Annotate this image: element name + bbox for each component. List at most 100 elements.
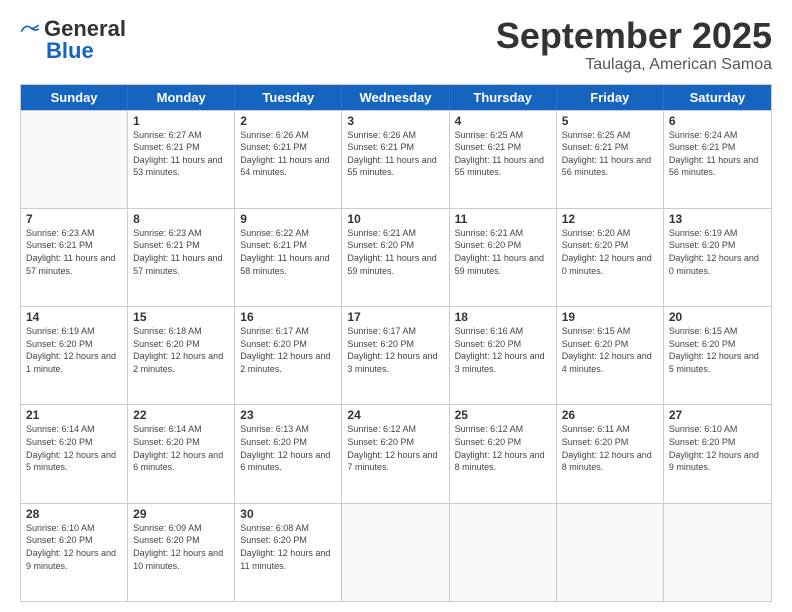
cal-cell-w1-d5: 4Sunrise: 6:25 AM Sunset: 6:21 PM Daylig… (450, 111, 557, 208)
header-wednesday: Wednesday (342, 85, 449, 110)
cal-cell-w5-d7 (664, 504, 771, 601)
calendar: Sunday Monday Tuesday Wednesday Thursday… (20, 84, 772, 602)
header-tuesday: Tuesday (235, 85, 342, 110)
header-monday: Monday (128, 85, 235, 110)
day-info: Sunrise: 6:15 AM Sunset: 6:20 PM Dayligh… (562, 325, 658, 375)
day-info: Sunrise: 6:11 AM Sunset: 6:20 PM Dayligh… (562, 423, 658, 473)
cal-cell-w4-d6: 26Sunrise: 6:11 AM Sunset: 6:20 PM Dayli… (557, 405, 664, 502)
day-number: 24 (347, 408, 443, 422)
day-info: Sunrise: 6:20 AM Sunset: 6:20 PM Dayligh… (562, 227, 658, 277)
day-info: Sunrise: 6:13 AM Sunset: 6:20 PM Dayligh… (240, 423, 336, 473)
day-number: 14 (26, 310, 122, 324)
day-number: 5 (562, 114, 658, 128)
cal-cell-w5-d3: 30Sunrise: 6:08 AM Sunset: 6:20 PM Dayli… (235, 504, 342, 601)
cal-cell-w3-d6: 19Sunrise: 6:15 AM Sunset: 6:20 PM Dayli… (557, 307, 664, 404)
day-number: 6 (669, 114, 766, 128)
day-info: Sunrise: 6:16 AM Sunset: 6:20 PM Dayligh… (455, 325, 551, 375)
day-info: Sunrise: 6:17 AM Sunset: 6:20 PM Dayligh… (240, 325, 336, 375)
day-number: 7 (26, 212, 122, 226)
cal-cell-w2-d3: 9Sunrise: 6:22 AM Sunset: 6:21 PM Daylig… (235, 209, 342, 306)
day-info: Sunrise: 6:26 AM Sunset: 6:21 PM Dayligh… (240, 129, 336, 179)
day-number: 18 (455, 310, 551, 324)
day-number: 26 (562, 408, 658, 422)
calendar-body: 1Sunrise: 6:27 AM Sunset: 6:21 PM Daylig… (21, 110, 771, 601)
day-number: 25 (455, 408, 551, 422)
cal-cell-w4-d2: 22Sunrise: 6:14 AM Sunset: 6:20 PM Dayli… (128, 405, 235, 502)
cal-cell-w3-d4: 17Sunrise: 6:17 AM Sunset: 6:20 PM Dayli… (342, 307, 449, 404)
header-saturday: Saturday (664, 85, 771, 110)
cal-week-2: 7Sunrise: 6:23 AM Sunset: 6:21 PM Daylig… (21, 208, 771, 306)
day-number: 20 (669, 310, 766, 324)
day-info: Sunrise: 6:12 AM Sunset: 6:20 PM Dayligh… (455, 423, 551, 473)
day-info: Sunrise: 6:14 AM Sunset: 6:20 PM Dayligh… (133, 423, 229, 473)
cal-cell-w4-d5: 25Sunrise: 6:12 AM Sunset: 6:20 PM Dayli… (450, 405, 557, 502)
day-number: 2 (240, 114, 336, 128)
day-number: 28 (26, 507, 122, 521)
day-info: Sunrise: 6:23 AM Sunset: 6:21 PM Dayligh… (133, 227, 229, 277)
day-info: Sunrise: 6:10 AM Sunset: 6:20 PM Dayligh… (26, 522, 122, 572)
header: General Blue September 2025 Taulaga, Ame… (20, 16, 772, 74)
day-number: 21 (26, 408, 122, 422)
cal-cell-w2-d4: 10Sunrise: 6:21 AM Sunset: 6:20 PM Dayli… (342, 209, 449, 306)
day-number: 11 (455, 212, 551, 226)
cal-cell-w4-d4: 24Sunrise: 6:12 AM Sunset: 6:20 PM Dayli… (342, 405, 449, 502)
day-info: Sunrise: 6:14 AM Sunset: 6:20 PM Dayligh… (26, 423, 122, 473)
day-info: Sunrise: 6:27 AM Sunset: 6:21 PM Dayligh… (133, 129, 229, 179)
day-info: Sunrise: 6:10 AM Sunset: 6:20 PM Dayligh… (669, 423, 766, 473)
day-number: 4 (455, 114, 551, 128)
header-friday: Friday (557, 85, 664, 110)
day-number: 30 (240, 507, 336, 521)
day-info: Sunrise: 6:15 AM Sunset: 6:20 PM Dayligh… (669, 325, 766, 375)
cal-week-3: 14Sunrise: 6:19 AM Sunset: 6:20 PM Dayli… (21, 306, 771, 404)
logo-icon (20, 22, 40, 36)
day-info: Sunrise: 6:26 AM Sunset: 6:21 PM Dayligh… (347, 129, 443, 179)
day-info: Sunrise: 6:17 AM Sunset: 6:20 PM Dayligh… (347, 325, 443, 375)
day-number: 29 (133, 507, 229, 521)
day-info: Sunrise: 6:12 AM Sunset: 6:20 PM Dayligh… (347, 423, 443, 473)
cal-cell-w1-d1 (21, 111, 128, 208)
cal-cell-w2-d5: 11Sunrise: 6:21 AM Sunset: 6:20 PM Dayli… (450, 209, 557, 306)
day-number: 27 (669, 408, 766, 422)
cal-cell-w2-d2: 8Sunrise: 6:23 AM Sunset: 6:21 PM Daylig… (128, 209, 235, 306)
cal-cell-w1-d7: 6Sunrise: 6:24 AM Sunset: 6:21 PM Daylig… (664, 111, 771, 208)
day-number: 3 (347, 114, 443, 128)
day-number: 12 (562, 212, 658, 226)
cal-cell-w3-d7: 20Sunrise: 6:15 AM Sunset: 6:20 PM Dayli… (664, 307, 771, 404)
cal-week-5: 28Sunrise: 6:10 AM Sunset: 6:20 PM Dayli… (21, 503, 771, 601)
day-number: 17 (347, 310, 443, 324)
cal-cell-w2-d7: 13Sunrise: 6:19 AM Sunset: 6:20 PM Dayli… (664, 209, 771, 306)
day-number: 9 (240, 212, 336, 226)
title-month: September 2025 (496, 16, 772, 56)
day-number: 13 (669, 212, 766, 226)
logo-blue: Blue (46, 38, 94, 64)
day-number: 10 (347, 212, 443, 226)
cal-cell-w1-d2: 1Sunrise: 6:27 AM Sunset: 6:21 PM Daylig… (128, 111, 235, 208)
day-info: Sunrise: 6:21 AM Sunset: 6:20 PM Dayligh… (455, 227, 551, 277)
header-sunday: Sunday (21, 85, 128, 110)
cal-cell-w3-d2: 15Sunrise: 6:18 AM Sunset: 6:20 PM Dayli… (128, 307, 235, 404)
logo: General Blue (20, 16, 126, 64)
title-block: September 2025 Taulaga, American Samoa (496, 16, 772, 74)
day-number: 15 (133, 310, 229, 324)
cal-cell-w4-d1: 21Sunrise: 6:14 AM Sunset: 6:20 PM Dayli… (21, 405, 128, 502)
cal-cell-w3-d3: 16Sunrise: 6:17 AM Sunset: 6:20 PM Dayli… (235, 307, 342, 404)
cal-cell-w5-d1: 28Sunrise: 6:10 AM Sunset: 6:20 PM Dayli… (21, 504, 128, 601)
day-info: Sunrise: 6:22 AM Sunset: 6:21 PM Dayligh… (240, 227, 336, 277)
day-info: Sunrise: 6:18 AM Sunset: 6:20 PM Dayligh… (133, 325, 229, 375)
cal-week-1: 1Sunrise: 6:27 AM Sunset: 6:21 PM Daylig… (21, 110, 771, 208)
day-info: Sunrise: 6:23 AM Sunset: 6:21 PM Dayligh… (26, 227, 122, 277)
calendar-header: Sunday Monday Tuesday Wednesday Thursday… (21, 85, 771, 110)
cal-cell-w5-d2: 29Sunrise: 6:09 AM Sunset: 6:20 PM Dayli… (128, 504, 235, 601)
day-info: Sunrise: 6:21 AM Sunset: 6:20 PM Dayligh… (347, 227, 443, 277)
day-info: Sunrise: 6:19 AM Sunset: 6:20 PM Dayligh… (669, 227, 766, 277)
cal-cell-w5-d5 (450, 504, 557, 601)
cal-cell-w5-d6 (557, 504, 664, 601)
day-number: 1 (133, 114, 229, 128)
day-number: 19 (562, 310, 658, 324)
cal-cell-w1-d6: 5Sunrise: 6:25 AM Sunset: 6:21 PM Daylig… (557, 111, 664, 208)
header-thursday: Thursday (450, 85, 557, 110)
day-info: Sunrise: 6:08 AM Sunset: 6:20 PM Dayligh… (240, 522, 336, 572)
cal-cell-w2-d6: 12Sunrise: 6:20 AM Sunset: 6:20 PM Dayli… (557, 209, 664, 306)
cal-cell-w4-d7: 27Sunrise: 6:10 AM Sunset: 6:20 PM Dayli… (664, 405, 771, 502)
day-number: 8 (133, 212, 229, 226)
